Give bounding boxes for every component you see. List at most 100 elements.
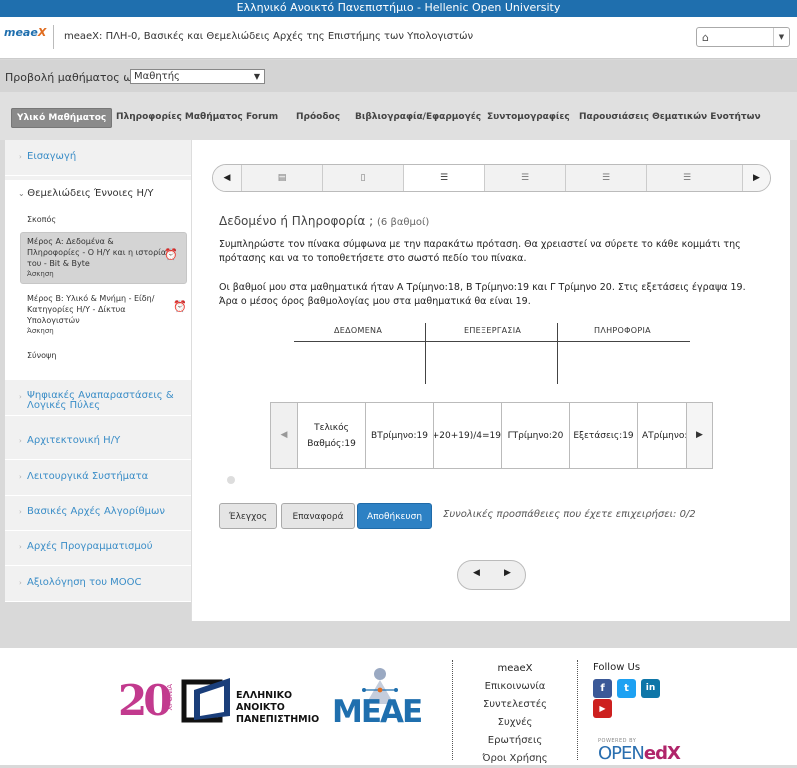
home-dropdown[interactable]: ⌂ ▼ bbox=[696, 27, 790, 47]
unit-problem-tab[interactable]: ☰ bbox=[646, 165, 727, 191]
sequence-nav: ◀ ▤ ▯ ☰ ☰ ☰ ☰ ▶ bbox=[212, 164, 771, 192]
chevron-right-icon: › bbox=[19, 153, 22, 161]
chevron-down-icon: ▼ bbox=[773, 28, 789, 46]
youtube-icon[interactable]: ▶ bbox=[593, 699, 612, 718]
next-arrow-icon[interactable]: ▶ bbox=[504, 568, 511, 578]
subsection-goal[interactable]: Σκοπός bbox=[27, 214, 56, 225]
footer-link-contact[interactable]: Επικοινωνία bbox=[470, 678, 560, 696]
unit-problem-tab[interactable]: ☰ bbox=[484, 165, 565, 191]
hou-line: ΕΛΛΗΝΙΚΟ bbox=[236, 690, 293, 701]
footer-link-terms[interactable]: Όροι Χρήσης bbox=[470, 750, 560, 768]
meae-logo: MEAE bbox=[332, 694, 423, 730]
unit-problem-tab-current[interactable]: ☰ bbox=[403, 165, 484, 191]
document-icon: ▯ bbox=[360, 173, 366, 183]
view-as-select[interactable]: Μαθητής ▼ bbox=[130, 69, 265, 84]
logo-text: meae bbox=[4, 26, 38, 39]
tab-courseware[interactable]: Υλικό Μαθήματος bbox=[11, 108, 113, 128]
tab-abbreviations[interactable]: Συντομογραφίες bbox=[487, 112, 570, 122]
footer-link-faq[interactable]: Συχνές Ερωτήσεις bbox=[470, 714, 560, 750]
site-header: meaeX meaeX: ΠΛΗ-0, Βασικές και Θεμελιώδ… bbox=[0, 17, 797, 59]
twenty-years-logo: 20 bbox=[118, 676, 172, 725]
subsection-part-a[interactable]: Μέρος Α: Δεδομένα & Πληροφορίες - Ο Η/Υ … bbox=[20, 232, 187, 284]
twitter-icon[interactable]: t bbox=[617, 679, 636, 698]
problem-icon: ☰ bbox=[682, 173, 692, 183]
previous-arrow-icon[interactable]: ◀ bbox=[473, 568, 480, 578]
chevron-right-icon: › bbox=[19, 437, 22, 445]
table-divider bbox=[425, 323, 426, 384]
bottom-sequence-nav: ◀ ▶ bbox=[457, 560, 526, 590]
subsection-label: Μέρος Α: Δεδομένα & Πληροφορίες - Ο Η/Υ … bbox=[27, 237, 167, 268]
draggable-chip[interactable]: 18+19+20+19)/4=19 bbox=[433, 403, 501, 468]
chevron-down-icon: ▼ bbox=[253, 72, 260, 81]
sidebar-item-os[interactable]: › Λειτουργικά Συστήματα bbox=[5, 460, 191, 496]
sidebar-item-label: Αξιολόγηση του MOOC bbox=[27, 577, 142, 588]
scroll-right-button[interactable]: ▶ bbox=[686, 403, 712, 468]
subsection-label: Μέρος Β: Υλικό & Μνήμη - Είδη/Κατηγορίες… bbox=[27, 294, 155, 325]
tab-progress[interactable]: Πρόοδος bbox=[296, 112, 340, 122]
courseware-content: ◀ ▤ ▯ ☰ ☰ ☰ ☰ ▶ Δεδομένο ή Πληροφορία ; … bbox=[191, 140, 790, 621]
tab-presentations[interactable]: Παρουσιάσεις Θεματικών Ενοτήτων bbox=[579, 112, 761, 122]
subsection-summary[interactable]: Σύνοψη bbox=[27, 350, 56, 361]
problem-icon: ☰ bbox=[601, 173, 611, 183]
tab-course-info[interactable]: Πληροφορίες Μαθήματος bbox=[116, 112, 243, 122]
sidebar-item-label: Ψηφιακές Αναπαραστάσεις & Λογικές Πύλες bbox=[27, 390, 174, 411]
footer-link-contributors[interactable]: Συντελεστές bbox=[470, 696, 560, 714]
attempts-counter: Συνολικές προσπάθειες που έχετε επιχειρή… bbox=[443, 509, 696, 520]
sidebar-item-label: Βασικές Αρχές Αλγορίθμων bbox=[27, 506, 165, 517]
draggable-chip[interactable]: ΒΤρίμηνο:19 bbox=[365, 403, 433, 468]
meaex-logo[interactable]: meaeX bbox=[4, 26, 46, 39]
problem-instructions: Συμπληρώστε τον πίνακα σύμφωνα με την πα… bbox=[219, 239, 741, 264]
check-button[interactable]: Έλεγχος bbox=[219, 503, 277, 529]
draggable-chip[interactable]: Τελικός Βαθμός:19 bbox=[297, 403, 365, 468]
sidebar-item-intro[interactable]: › Εισαγωγή bbox=[5, 140, 191, 176]
previous-unit-button[interactable]: ◀ bbox=[213, 165, 241, 191]
draggable-items-bar: ◀ Τελικός Βαθμός:19 ΒΤρίμηνο:19 18+19+20… bbox=[270, 402, 713, 469]
next-unit-button[interactable]: ▶ bbox=[742, 165, 770, 191]
sidebar-item-digital-representations[interactable]: › Ψηφιακές Αναπαραστάσεις & Λογικές Πύλε… bbox=[5, 380, 191, 416]
problem-icon: ☰ bbox=[520, 173, 530, 183]
save-button[interactable]: Αποθήκευση bbox=[357, 503, 432, 529]
open-edx-logo[interactable]: OPENedX bbox=[598, 743, 681, 764]
scroll-left-button[interactable]: ◀ bbox=[271, 403, 297, 468]
unit-document-tab[interactable]: ▯ bbox=[322, 165, 403, 191]
problem-icon: ☰ bbox=[439, 173, 449, 183]
alarm-clock-icon: ⏰ bbox=[173, 300, 187, 313]
logo-x: X bbox=[37, 26, 47, 39]
footer-divider bbox=[577, 660, 578, 760]
tab-bibliography[interactable]: Βιβλιογραφία/Εφαρμογές bbox=[355, 112, 481, 122]
problem-title: Δεδομένο ή Πληροφορία ; (6 βαθμοί) bbox=[219, 214, 429, 228]
sidebar-item-programming[interactable]: › Αρχές Προγραμματισμού bbox=[5, 530, 191, 566]
hou-logo-mark bbox=[181, 678, 230, 723]
subsection-kind: Άσκηση bbox=[27, 270, 54, 278]
reset-button[interactable]: Επαναφορά bbox=[281, 503, 355, 529]
unit-video-tab[interactable]: ▤ bbox=[241, 165, 322, 191]
linkedin-icon[interactable]: in bbox=[641, 679, 660, 698]
hou-logo-text: ΕΛΛΗΝΙΚΟ ΑΝΟΙΚΤΟ ΠΑΝΕΠΙΣΤΗΜΙΟ bbox=[236, 690, 319, 726]
open-edx-open: OPEN bbox=[598, 743, 645, 764]
table-rule bbox=[294, 341, 690, 342]
facebook-icon[interactable]: f bbox=[593, 679, 612, 698]
open-section-title[interactable]: ⌄ Θεμελιώδεις Έννοιες Η/Υ bbox=[18, 188, 154, 199]
subsection-part-b[interactable]: Μέρος Β: Υλικό & Μνήμη - Είδη/Κατηγορίες… bbox=[27, 293, 187, 337]
tab-forum[interactable]: Forum bbox=[246, 112, 278, 122]
unit-problem-tab[interactable]: ☰ bbox=[565, 165, 646, 191]
sidebar-item-algorithms[interactable]: › Βασικές Αρχές Αλγορίθμων bbox=[5, 495, 191, 531]
view-as-label: Προβολή μαθήματος ως: bbox=[5, 71, 143, 84]
status-indicator bbox=[227, 476, 235, 484]
draggable-chip[interactable]: ΓΤρίμηνο:20 bbox=[501, 403, 569, 468]
draggable-chip[interactable]: Εξετάσεις:19 bbox=[569, 403, 637, 468]
alarm-clock-icon: ⏰ bbox=[164, 248, 178, 261]
sidebar-item-evaluation[interactable]: › Αξιολόγηση του MOOC bbox=[5, 566, 191, 602]
sidebar-item-label: Αρχιτεκτονική Η/Υ bbox=[27, 435, 121, 446]
column-header-data: ΔΕΔΟΜΕΝΑ bbox=[334, 326, 383, 335]
table-divider bbox=[557, 323, 558, 384]
footer-links-title: meaeX bbox=[497, 663, 533, 674]
sidebar-item-architecture[interactable]: › Αρχιτεκτονική Η/Υ bbox=[5, 424, 191, 460]
sidebar-item-label: Αρχές Προγραμματισμού bbox=[27, 541, 153, 552]
twenty-years-label: ΧΡΟΝΙΑ bbox=[166, 684, 174, 711]
subsection-kind: Άσκηση bbox=[27, 327, 54, 335]
header-divider bbox=[53, 25, 54, 49]
hou-line: ΠΑΝΕΠΙΣΤΗΜΙΟ bbox=[236, 714, 320, 725]
sidebar-item-label: Λειτουργικά Συστήματα bbox=[27, 471, 149, 482]
column-header-processing: ΕΠΕΞΕΡΓΑΣΙΑ bbox=[464, 326, 522, 335]
